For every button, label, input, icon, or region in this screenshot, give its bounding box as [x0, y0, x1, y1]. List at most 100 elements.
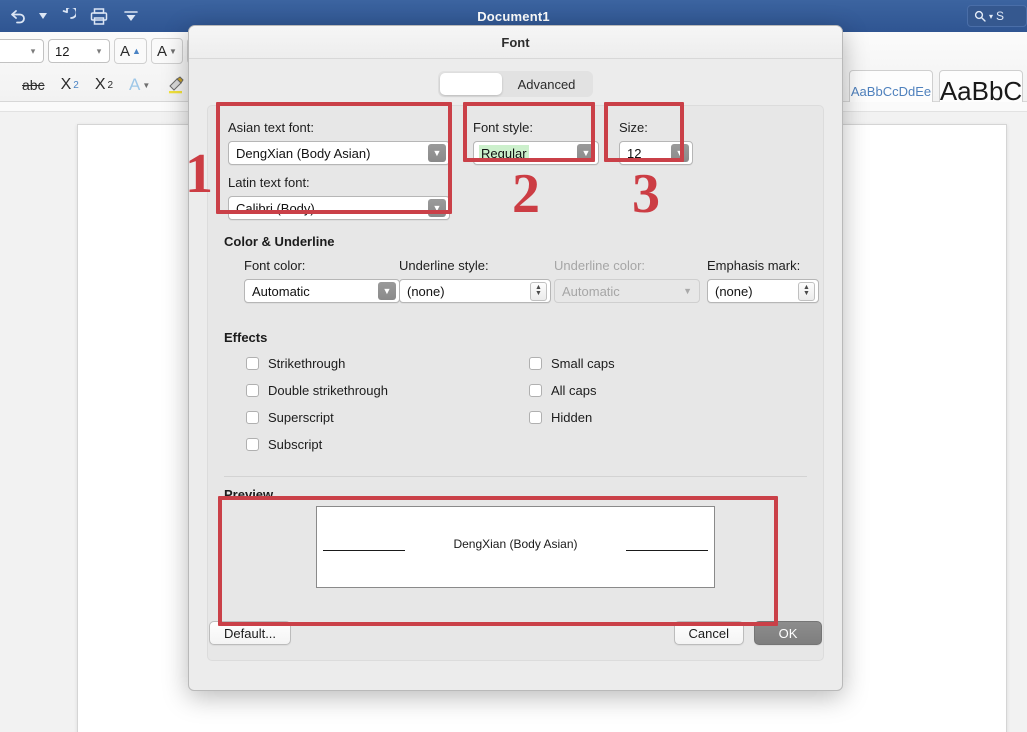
ok-button[interactable]: OK: [754, 621, 822, 645]
dialog-panel: Asian text font: DengXian (Body Asian) ▼…: [207, 105, 824, 661]
subscript-label: X: [61, 76, 72, 94]
font-style-select[interactable]: Regular ▼: [473, 141, 599, 165]
emphasis-mark-select[interactable]: (none) ▲▼: [707, 279, 819, 303]
customize-toolbar-icon[interactable]: [116, 3, 146, 29]
size-label: Size:: [619, 120, 693, 135]
checkbox-box[interactable]: [246, 411, 259, 424]
checkbox-box[interactable]: [246, 357, 259, 370]
checkbox-label: Small caps: [551, 356, 615, 371]
chevron-down-icon[interactable]: ▼: [671, 144, 689, 162]
bullets-dropdown-icon[interactable]: ▼: [0, 72, 12, 98]
chevron-down-icon[interactable]: ▼: [378, 282, 396, 300]
triangle-down-icon: ▼: [142, 81, 150, 90]
preview-sample-text: DengXian (Body Asian): [317, 537, 714, 551]
checkbox-hidden[interactable]: Hidden: [529, 407, 615, 427]
highlight-icon: [166, 76, 186, 94]
underline-color-value: Automatic: [562, 284, 683, 299]
underline-color-select: Automatic ▼: [554, 279, 700, 303]
grow-font-button[interactable]: A ▲: [114, 38, 147, 64]
chevron-down-icon[interactable]: ▼: [428, 199, 446, 217]
color-underline-heading: Color & Underline: [224, 234, 807, 249]
window-title: Document1: [477, 9, 550, 24]
preview-box: DengXian (Body Asian): [316, 506, 715, 588]
underline-style-select[interactable]: (none) ▲▼: [399, 279, 551, 303]
text-effects-button[interactable]: A ▼: [123, 72, 156, 98]
asian-text-font-value: DengXian (Body Asian): [236, 146, 428, 161]
font-color-value: Automatic: [252, 284, 378, 299]
effects-right-column: Small caps All caps Hidden: [529, 353, 615, 427]
checkbox-superscript[interactable]: Superscript: [246, 407, 388, 427]
asian-text-font-label: Asian text font:: [228, 120, 450, 135]
latin-text-font-label: Latin text font:: [228, 175, 450, 190]
dialog-body: Advanced Asian text font: DengXian (Body…: [189, 71, 842, 661]
stepper-icon[interactable]: ▲▼: [798, 282, 815, 301]
font-name-combo[interactable]: ) ▾: [0, 39, 44, 63]
search-icon: [974, 10, 986, 22]
triangle-down-icon: ▼: [169, 47, 177, 56]
checkbox-label: Hidden: [551, 410, 592, 425]
ribbon-row-font: ) ▾ 12 ▾ A ▲ A ▼ Aa: [0, 38, 217, 64]
font-name-value: ): [0, 44, 25, 59]
checkbox-label: All caps: [551, 383, 597, 398]
superscript-label: X: [95, 76, 106, 94]
grow-font-label: A: [120, 43, 130, 60]
dialog-title: Font: [501, 35, 529, 50]
redo-icon[interactable]: [52, 3, 82, 29]
asian-text-font-select[interactable]: DengXian (Body Asian) ▼: [228, 141, 450, 165]
checkbox-small-caps[interactable]: Small caps: [529, 353, 615, 373]
underline-color-label: Underline color:: [554, 258, 700, 273]
font-style-label: Font style:: [473, 120, 599, 135]
segmented-control: Advanced: [438, 71, 594, 97]
checkbox-label: Superscript: [268, 410, 334, 425]
strikethrough-button[interactable]: abc: [16, 72, 51, 98]
subscript-digit: 2: [73, 80, 79, 91]
dialog-footer: Default... Cancel OK: [189, 605, 842, 661]
size-select[interactable]: 12 ▼: [619, 141, 693, 165]
superscript-digit: 2: [107, 80, 113, 91]
preview-section: Preview DengXian (Body Asian): [224, 476, 807, 596]
checkbox-subscript[interactable]: Subscript: [246, 434, 388, 454]
effects-section: Effects Strikethrough Double strikethrou…: [224, 330, 807, 445]
triangle-down-icon: ▼: [0, 81, 1, 90]
search-chevron-icon: ▾: [989, 12, 993, 21]
superscript-button[interactable]: X2: [89, 72, 119, 98]
underline-style-group: Underline style: (none) ▲▼: [399, 258, 551, 303]
stepper-icon[interactable]: ▲▼: [530, 282, 547, 301]
tab-bar: Advanced: [207, 71, 824, 97]
chevron-down-icon: ▼: [683, 286, 692, 296]
checkbox-double-strikethrough[interactable]: Double strikethrough: [246, 380, 388, 400]
shrink-font-button[interactable]: A ▼: [151, 38, 183, 64]
checkbox-box[interactable]: [529, 384, 542, 397]
tab-advanced[interactable]: Advanced: [502, 73, 592, 95]
tab-font[interactable]: [440, 73, 502, 95]
font-style-group: Font style: Regular ▼: [473, 120, 599, 165]
font-size-combo[interactable]: 12 ▾: [48, 39, 110, 63]
chevron-down-icon[interactable]: ▼: [428, 144, 446, 162]
checkbox-box[interactable]: [246, 384, 259, 397]
font-size-value: 12: [55, 44, 91, 59]
subscript-button[interactable]: X2: [55, 72, 85, 98]
checkbox-box[interactable]: [246, 438, 259, 451]
font-color-select[interactable]: Automatic ▼: [244, 279, 400, 303]
effects-left-column: Strikethrough Double strikethrough Super…: [246, 353, 388, 454]
chevron-down-icon: ▾: [25, 46, 41, 57]
checkbox-strikethrough[interactable]: Strikethrough: [246, 353, 388, 373]
checkbox-all-caps[interactable]: All caps: [529, 380, 615, 400]
emphasis-mark-group: Emphasis mark: (none) ▲▼: [707, 258, 819, 303]
print-icon[interactable]: [84, 3, 114, 29]
search-box[interactable]: ▾ S: [967, 5, 1027, 27]
undo-icon[interactable]: [4, 3, 34, 29]
checkbox-box[interactable]: [529, 411, 542, 424]
latin-text-font-select[interactable]: Calibri (Body) ▼: [228, 196, 450, 220]
default-button[interactable]: Default...: [209, 621, 291, 645]
search-placeholder: S: [996, 9, 1004, 23]
cancel-button[interactable]: Cancel: [674, 621, 744, 645]
ribbon-row-effects: ▼ abc X2 X2 A ▼ ▼: [0, 72, 202, 98]
undo-dropdown-icon[interactable]: [36, 3, 50, 29]
underline-style-value: (none): [407, 284, 530, 299]
font-dialog: Font Advanced Asian text font: DengXian …: [188, 25, 843, 691]
chevron-down-icon[interactable]: ▼: [577, 144, 595, 162]
shrink-font-label: A: [157, 43, 167, 60]
underline-style-label: Underline style:: [399, 258, 551, 273]
checkbox-box[interactable]: [529, 357, 542, 370]
